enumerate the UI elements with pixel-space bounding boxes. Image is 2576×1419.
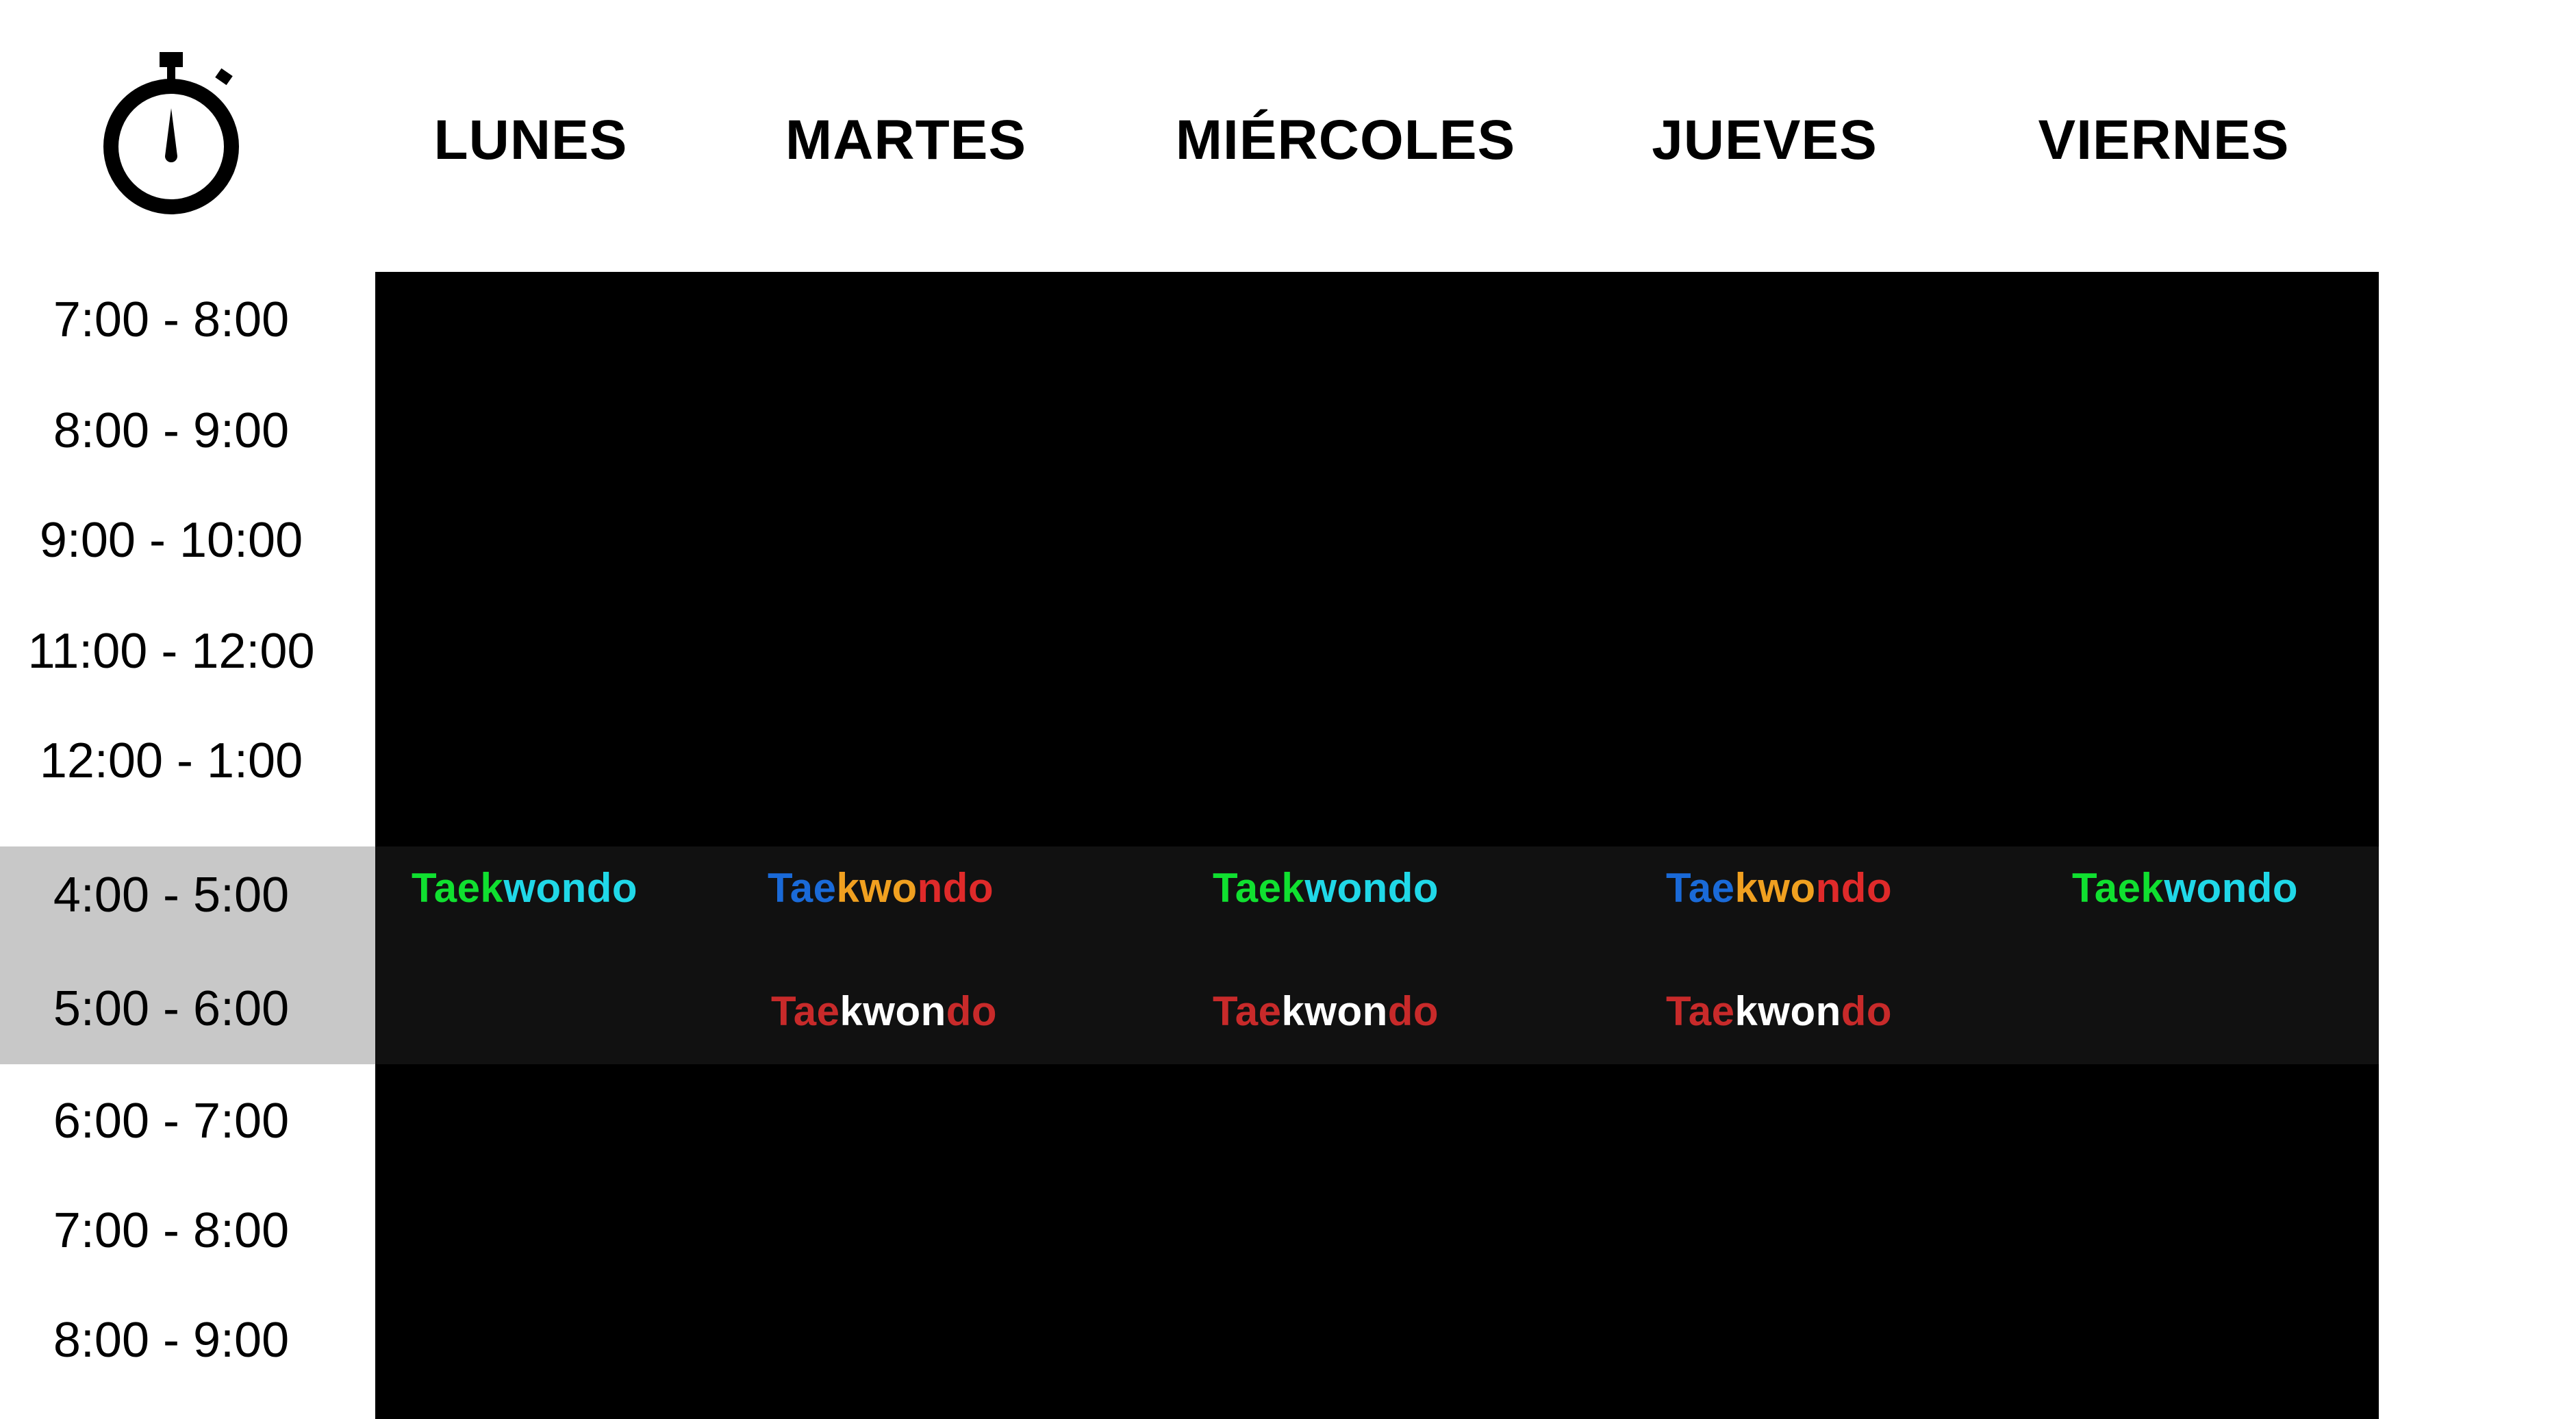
day-header-martes: MARTES — [785, 109, 1027, 171]
class-label-segment: do — [946, 988, 998, 1034]
class-label-segment: Tae — [768, 865, 837, 911]
class-label-segment: ndo — [917, 865, 994, 911]
time-slot-label: 4:00 - 5:00 — [53, 868, 290, 922]
class-taekwondo-miercoles-4pm[interactable]: Taekwondo — [1213, 861, 1439, 916]
class-label-segment: kwo — [836, 865, 918, 911]
time-slot-label: 12:00 - 1:00 — [39, 733, 303, 788]
class-label-segment: Taek — [1213, 865, 1305, 911]
class-label-segment: Tae — [1666, 988, 1735, 1034]
schedule-grid-bottom — [375, 1064, 2379, 1419]
class-label-segment: Tae — [771, 988, 840, 1034]
day-header-viernes: VIERNES — [2038, 109, 2290, 171]
day-header-jueves: JUEVES — [1652, 109, 1878, 171]
time-slot-label: 9:00 - 10:00 — [39, 513, 303, 568]
class-taekwondo-miercoles-5pm[interactable]: Taekwondo — [1213, 984, 1439, 1039]
time-slot-label: 6:00 - 7:00 — [53, 1094, 290, 1148]
class-taekwondo-martes-5pm[interactable]: Taekwondo — [771, 984, 997, 1039]
time-slot-label: 7:00 - 8:00 — [53, 292, 290, 347]
class-label-segment: Taek — [412, 865, 504, 911]
time-slot-label: 11:00 - 12:00 — [27, 624, 315, 679]
time-slot-label: 8:00 - 9:00 — [53, 1313, 290, 1368]
time-slot-label: 5:00 - 6:00 — [53, 981, 290, 1036]
class-taekwondo-martes-4pm[interactable]: Taekwondo — [768, 861, 994, 916]
stopwatch-icon — [99, 47, 250, 225]
time-slot-label: 8:00 - 9:00 — [53, 403, 290, 458]
class-label-segment: wondo — [2164, 865, 2299, 911]
class-label-segment: kwon — [1734, 988, 1841, 1034]
class-label-segment: kwo — [1734, 865, 1816, 911]
class-label-segment: do — [1841, 988, 1893, 1034]
class-label-segment: wondo — [1304, 865, 1439, 911]
class-taekwondo-viernes-4pm[interactable]: Taekwondo — [2072, 861, 2298, 916]
class-label-segment: kwon — [1281, 988, 1388, 1034]
class-label-segment: ndo — [1815, 865, 1893, 911]
class-taekwondo-lunes-4pm[interactable]: Taekwondo — [412, 861, 637, 916]
class-label-segment: wondo — [503, 865, 638, 911]
day-header-lunes: LUNES — [433, 109, 628, 171]
class-label-segment: Tae — [1213, 988, 1282, 1034]
day-header-miercoles: MIÉRCOLES — [1175, 109, 1516, 171]
class-label-segment: do — [1387, 988, 1439, 1034]
class-label-segment: kwon — [839, 988, 946, 1034]
schedule-grid-top — [375, 272, 2379, 846]
class-label-segment: Tae — [1666, 865, 1735, 911]
time-slot-label: 7:00 - 8:00 — [53, 1203, 290, 1258]
class-taekwondo-jueves-4pm[interactable]: Taekwondo — [1666, 861, 1892, 916]
class-taekwondo-jueves-5pm[interactable]: Taekwondo — [1666, 984, 1892, 1039]
class-label-segment: Taek — [2072, 865, 2164, 911]
